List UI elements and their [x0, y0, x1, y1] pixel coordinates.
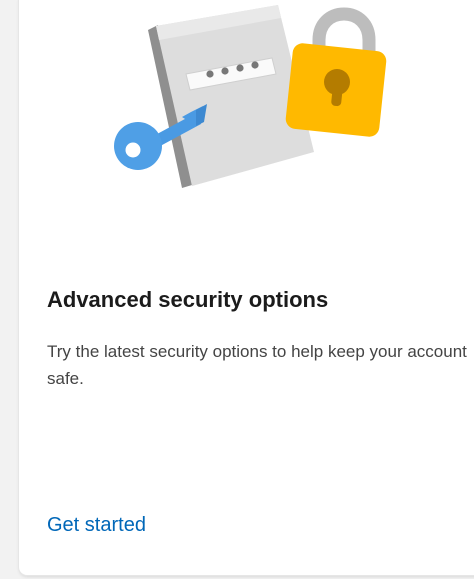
card-title: Advanced security options: [47, 287, 329, 312]
card-description: Try the latest security options to help …: [47, 342, 467, 388]
get-started-link[interactable]: Get started: [47, 514, 146, 537]
padlock-body: [285, 43, 387, 137]
security-illustration: [114, 5, 387, 188]
